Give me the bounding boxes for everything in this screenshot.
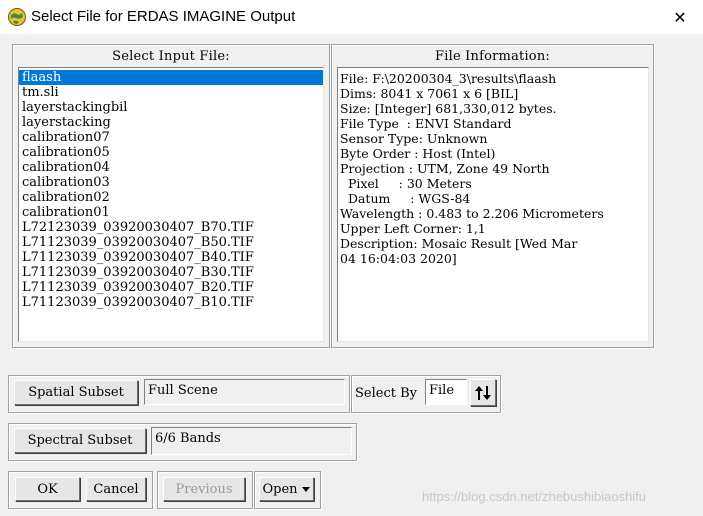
list-item[interactable]: flaash (19, 70, 323, 85)
info-line: 04 16:04:03 2020] (340, 251, 457, 266)
spectral-subset-label: Spectral Subset (27, 433, 133, 448)
title-bar: Select File for ERDAS IMAGINE Output ✕ (0, 0, 703, 34)
list-item[interactable]: L71123039_03920030407_B40.TIF (19, 250, 323, 265)
sort-arrows-icon (475, 385, 491, 400)
spectral-subset-value: 6/6 Bands (151, 427, 352, 455)
window-title: Select File for ERDAS IMAGINE Output (31, 8, 296, 25)
info-line: Datum : WGS-84 (340, 191, 471, 206)
info-line: File Type : ENVI Standard (340, 116, 512, 131)
input-file-panel: Select Input File: flaash tm.sli layerstac… (12, 44, 330, 348)
info-line: Description: Mosaic Result [Wed Mar (340, 236, 578, 251)
watermark-text: https://blog.csdn.net/zhebushibiaoshifu (422, 489, 647, 504)
file-info-panel: File Information: File: F:\20200304_3\re… (331, 44, 654, 348)
list-item[interactable]: L71123039_03920030407_B50.TIF (19, 235, 323, 250)
spectral-subset-button[interactable]: Spectral Subset (14, 428, 146, 453)
close-button[interactable]: ✕ (657, 0, 703, 34)
info-line: Size: [Integer] 681,330,012 bytes. (340, 101, 557, 116)
previous-button[interactable]: Previous (163, 477, 245, 501)
list-item[interactable]: L71123039_03920030407_B20.TIF (19, 280, 323, 295)
open-label: Open (262, 481, 298, 497)
erdas-globe-icon (8, 8, 26, 26)
ok-label: OK (37, 481, 58, 497)
info-line: File: F:\20200304_3\results\flaash (340, 71, 557, 86)
info-line: Sensor Type: Unknown (340, 131, 488, 146)
chevron-down-icon (301, 487, 310, 492)
previous-label: Previous (175, 481, 233, 497)
info-line: Dims: 8041 x 7061 x 6 [BIL] (340, 86, 519, 101)
spatial-subset-label: Spatial Subset (28, 385, 124, 400)
list-item[interactable]: tm.sli (19, 85, 323, 100)
info-line: Byte Order : Host (Intel) (340, 146, 496, 161)
list-item[interactable]: L71123039_03920030407_B10.TIF (19, 295, 323, 310)
close-icon: ✕ (673, 7, 687, 27)
select-by-toggle-button[interactable] (470, 379, 496, 406)
list-item[interactable]: layerstacking (19, 115, 323, 130)
info-line: Projection : UTM, Zone 49 North (340, 161, 550, 176)
input-file-list[interactable]: flaash tm.sli layerstackingbil layerstackin… (18, 67, 324, 342)
ok-button[interactable]: OK (15, 477, 80, 501)
list-item[interactable]: calibration01 (19, 205, 323, 220)
info-line: Upper Left Corner: 1,1 (340, 221, 486, 236)
list-item[interactable]: L72123039_03920030407_B70.TIF (19, 220, 323, 235)
input-file-label: Select Input File: (112, 49, 230, 64)
cancel-button[interactable]: Cancel (86, 477, 146, 501)
select-by-value: File (425, 379, 467, 405)
cancel-label: Cancel (93, 481, 139, 497)
info-line: Pixel : 30 Meters (340, 176, 472, 191)
open-menu-button[interactable]: Open (259, 477, 314, 501)
list-item[interactable]: layerstackingbil (19, 100, 323, 115)
info-line: Wavelength : 0.483 to 2.206 Micrometers (340, 206, 604, 221)
spatial-subset-button[interactable]: Spatial Subset (14, 380, 138, 405)
spatial-subset-value: Full Scene (144, 379, 345, 405)
list-item[interactable]: calibration07 (19, 130, 323, 145)
list-item[interactable]: calibration03 (19, 175, 323, 190)
list-item[interactable]: calibration02 (19, 190, 323, 205)
file-info-text: File: F:\20200304_3\results\flaash Dims: … (337, 67, 649, 342)
list-item[interactable]: L71123039_03920030407_B30.TIF (19, 265, 323, 280)
list-item[interactable]: calibration05 (19, 145, 323, 160)
list-item[interactable]: calibration04 (19, 160, 323, 175)
file-info-label: File Information: (435, 49, 550, 64)
select-by-label: Select By (355, 386, 417, 401)
